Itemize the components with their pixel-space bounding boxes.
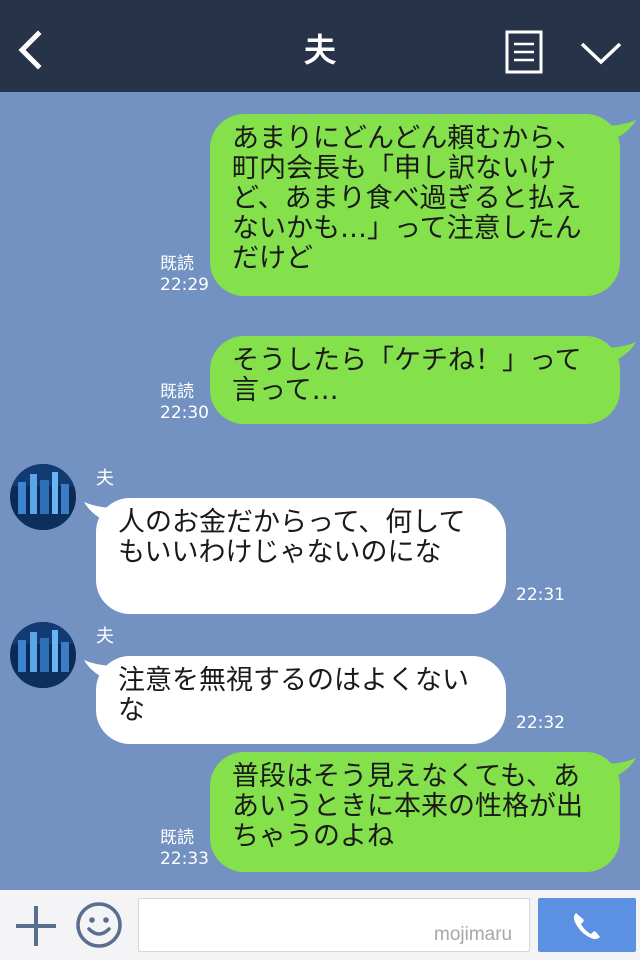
message-time: 22:30 — [160, 403, 209, 423]
phone-icon — [573, 913, 600, 940]
message-text: 注意を無視するのはよくないな — [118, 665, 469, 726]
message-bubble-incoming[interactable]: 注意を無視するのはよくないな — [96, 656, 506, 744]
sender-name: 夫 — [96, 468, 114, 489]
add-attachment-button[interactable] — [14, 904, 58, 948]
bubble-tail — [604, 758, 636, 780]
read-receipt: 既読 — [160, 382, 194, 402]
avatar[interactable] — [10, 464, 76, 530]
avatar[interactable] — [10, 622, 76, 688]
message-bubble-outgoing[interactable]: 普段はそう見えなくても、ああいうときに本来の性格が出ちゃうのよね — [210, 752, 620, 872]
chevron-down-icon — [580, 42, 622, 65]
avatar-image — [10, 464, 76, 530]
message-time: 22:31 — [516, 585, 565, 605]
chat-header: 夫 — [0, 0, 640, 92]
message-input-bar — [0, 890, 640, 960]
message-text: あまりにどんどん頼むから、町内会長も「申し訳ないけど、あまり食べ過ぎると払えない… — [232, 123, 583, 274]
plus-icon — [16, 906, 56, 946]
message-bubble-outgoing[interactable]: そうしたら「ケチね！」って言って… — [210, 336, 620, 424]
bubble-tail — [84, 502, 116, 524]
watermark: mojimaru — [434, 924, 513, 945]
message-time: 22:29 — [160, 275, 209, 295]
message-meta: 既読 22:30 — [160, 382, 209, 424]
message-time: 22:33 — [160, 849, 209, 869]
avatar-image — [10, 622, 76, 688]
smiley-icon — [76, 902, 122, 948]
message-meta: 既読 22:29 — [160, 254, 209, 296]
message-time: 22:32 — [516, 713, 565, 733]
bubble-tail — [84, 660, 116, 682]
menu-toggle-button[interactable] — [578, 38, 624, 68]
message-bubble-outgoing[interactable]: あまりにどんどん頼むから、町内会長も「申し訳ないけど、あまり食べ過ぎると払えない… — [210, 114, 620, 296]
read-receipt: 既読 — [160, 828, 194, 848]
chat-area[interactable]: あまりにどんどん頼むから、町内会長も「申し訳ないけど、あまり食べ過ぎると払えない… — [0, 92, 640, 890]
notes-icon — [505, 30, 543, 74]
read-receipt: 既読 — [160, 254, 194, 274]
call-button[interactable] — [538, 898, 636, 952]
notes-button[interactable] — [505, 30, 543, 74]
sender-name: 夫 — [96, 626, 114, 647]
chat-title: 夫 — [303, 31, 336, 69]
message-text: 普段はそう見えなくても、ああいうときに本来の性格が出ちゃうのよね — [232, 761, 583, 852]
bubble-tail — [604, 342, 636, 364]
message-meta: 既読 22:33 — [160, 828, 209, 870]
message-text: 人のお金だからって、何してもいいわけじゃないのにな — [118, 507, 466, 568]
message-bubble-incoming[interactable]: 人のお金だからって、何してもいいわけじゃないのにな — [96, 498, 506, 614]
message-text: そうしたら「ケチね！」って言って… — [232, 345, 582, 406]
emoji-button[interactable] — [74, 900, 124, 950]
bubble-tail — [604, 120, 636, 142]
